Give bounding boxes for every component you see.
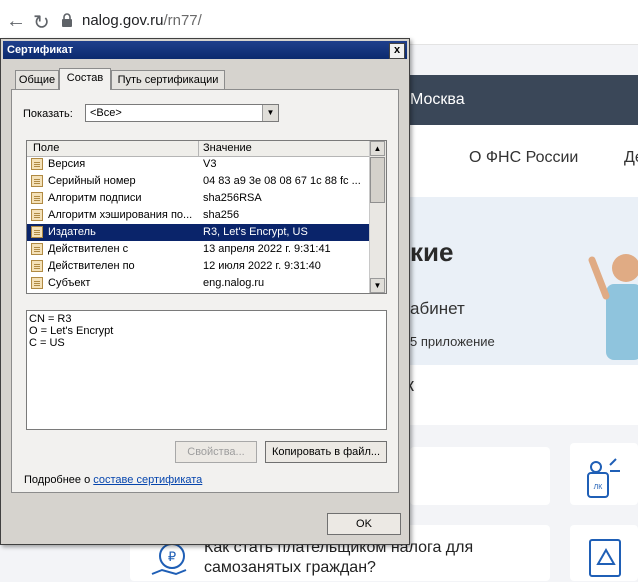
column-header-value[interactable]: Значение	[203, 142, 252, 154]
certificate-field-icon	[31, 260, 43, 272]
field-name: Издатель	[48, 226, 96, 238]
field-name: Действителен по	[48, 260, 135, 272]
certificate-field-icon	[31, 209, 43, 221]
tab-certification-path[interactable]: Путь сертификации	[111, 70, 225, 89]
show-dropdown[interactable]: <Все> ▼	[85, 104, 279, 122]
detail-line: O = Let's Encrypt	[29, 325, 114, 337]
table-row[interactable]: Издатель R3, Let's Encrypt, US	[27, 224, 370, 241]
show-label: Показать:	[23, 108, 73, 120]
nav-link-more[interactable]: Де	[624, 149, 638, 167]
more-info-text: Подробнее о составе сертификата	[24, 474, 202, 486]
field-value: sha256RSA	[203, 192, 262, 204]
hero-note: 5 приложение	[410, 334, 495, 349]
close-icon: x	[393, 44, 401, 56]
table-row[interactable]: Алгоритм подписи sha256RSA	[27, 190, 370, 207]
detail-line: C = US	[29, 337, 65, 349]
details-panel: Показать: <Все> ▼ Поле Значение Версия V3…	[11, 89, 399, 493]
field-name: Серийный номер	[48, 175, 136, 187]
scroll-thumb[interactable]	[370, 157, 385, 203]
certificate-dialog: Сертификат x Общие Состав Путь сертифика…	[0, 38, 410, 545]
field-value: R3, Let's Encrypt, US	[203, 226, 308, 238]
field-name: Алгоритм подписи	[48, 192, 142, 204]
field-name: Алгоритм хэширования по...	[48, 209, 193, 221]
field-detail-box[interactable]: CN = R3 O = Let's Encrypt C = US	[26, 310, 387, 430]
properties-button[interactable]: Свойства...	[175, 441, 257, 463]
hero-title: кие	[410, 237, 454, 267]
fields-list-header: Поле Значение	[27, 141, 370, 157]
person-illustration	[588, 254, 638, 360]
table-row[interactable]: Действителен с 13 апреля 2022 г. 9:31:41	[27, 241, 370, 258]
fields-list[interactable]: Поле Значение Версия V3 Серийный номер 04 8…	[26, 140, 387, 294]
table-row[interactable]: Алгоритм хэширования по... sha256	[27, 207, 370, 224]
nav-link-about[interactable]: О ФНС России	[469, 149, 578, 167]
certificate-field-icon	[31, 158, 43, 170]
field-name: Субъект	[48, 277, 91, 289]
region-label[interactable]: Москва	[410, 91, 465, 109]
ruble-hand-icon: ₽	[151, 543, 187, 576]
field-name: Версия	[48, 158, 86, 170]
tab-details[interactable]: Состав	[59, 68, 111, 90]
service-card[interactable]	[410, 447, 550, 505]
url-path: /rn77/	[163, 12, 202, 29]
address-bar[interactable]: nalog.gov.ru/rn77/	[82, 12, 202, 29]
card-badge-text: ЛК	[594, 484, 604, 491]
fields-list-scrollbar[interactable]: ▲ ▼	[369, 141, 386, 293]
field-value: V3	[203, 158, 217, 170]
certificate-field-icon	[31, 175, 43, 187]
certificate-field-icon	[31, 192, 43, 204]
tab-general[interactable]: Общие	[15, 70, 59, 89]
certificate-field-icon	[31, 226, 43, 238]
table-row[interactable]: Версия V3	[27, 156, 370, 173]
ok-button[interactable]: OK	[327, 513, 401, 535]
column-divider[interactable]	[198, 141, 199, 156]
hero-subtitle: абинет	[410, 299, 465, 318]
fields-list-rows: Версия V3 Серийный номер 04 83 a9 3e 08 08 …	[27, 156, 370, 292]
more-info-prefix: Подробнее о	[24, 474, 94, 486]
svg-text:₽: ₽	[168, 549, 176, 564]
copy-to-file-button[interactable]: Копировать в файл...	[265, 441, 387, 463]
close-button[interactable]: x	[389, 43, 405, 59]
table-row[interactable]: Серийный номер 04 83 a9 3e 08 08 67 1c 88…	[27, 173, 370, 190]
dropdown-arrow-icon[interactable]: ▼	[262, 105, 278, 121]
key-tag-icon: ЛК	[587, 458, 620, 498]
table-row[interactable]: Действителен по 12 июля 2022 г. 9:31:40	[27, 258, 370, 275]
reload-icon[interactable]: ↻	[33, 10, 50, 35]
url-host: nalog.gov.ru	[82, 12, 164, 29]
site-section-strip	[400, 365, 638, 425]
column-header-field[interactable]: Поле	[33, 142, 59, 154]
back-arrow-icon[interactable]: ←	[6, 10, 26, 33]
field-name: Действителен с	[48, 243, 129, 255]
certificate-field-icon	[31, 243, 43, 255]
scroll-up-icon[interactable]: ▲	[370, 141, 385, 156]
dialog-titlebar[interactable]: Сертификат x	[3, 41, 407, 59]
certificate-details-link[interactable]: составе сертификата	[93, 474, 202, 486]
lock-icon[interactable]	[61, 13, 73, 27]
table-row[interactable]: Субъект eng.nalog.ru	[27, 275, 370, 292]
show-dropdown-value: <Все>	[90, 107, 122, 119]
field-value: eng.nalog.ru	[203, 277, 265, 289]
field-value: 12 июля 2022 г. 9:31:40	[203, 260, 321, 272]
document-icon	[589, 539, 621, 577]
certificate-field-icon	[31, 277, 43, 289]
dialog-title: Сертификат	[7, 44, 74, 56]
detail-line: CN = R3	[29, 313, 72, 325]
field-value: sha256	[203, 209, 240, 221]
faq-question-line2: самозанятых граждан?	[204, 559, 376, 576]
field-value: 04 83 a9 3e 08 08 67 1c 88 fc ...	[203, 175, 361, 187]
field-value: 13 апреля 2022 г. 9:31:41	[203, 243, 331, 255]
scroll-down-icon[interactable]: ▼	[370, 278, 385, 293]
